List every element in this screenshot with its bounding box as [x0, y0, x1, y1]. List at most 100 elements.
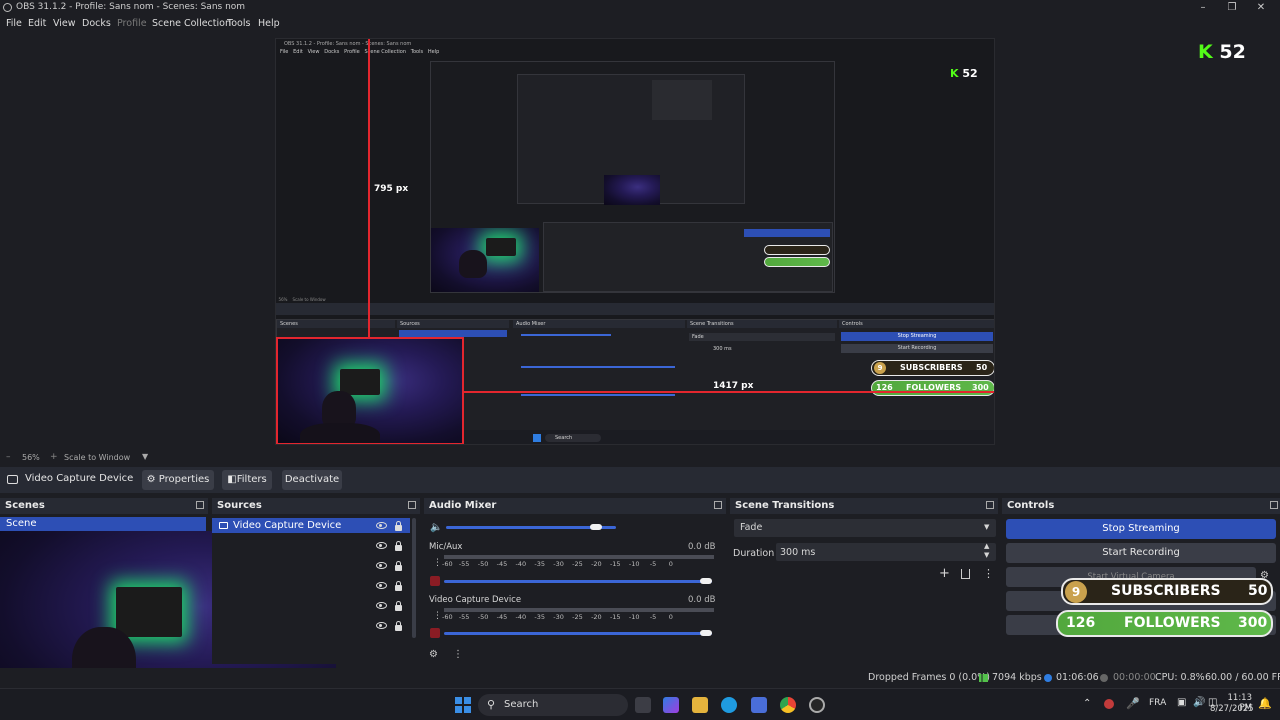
lock-icon[interactable]	[395, 561, 402, 571]
volume-icon[interactable]: 🔊	[1193, 697, 1205, 708]
video-capture-scale: -60 -55 -50 -45 -40 -35 -30 -25 -20 -15 …	[442, 613, 673, 621]
mic-mute-icon[interactable]	[430, 576, 440, 586]
nested-kick-counter: K 52	[950, 67, 978, 80]
video-capture-volume-knob[interactable]	[700, 630, 712, 636]
nested-docks	[543, 222, 833, 292]
menu-help[interactable]: Help	[258, 16, 280, 32]
lock-icon[interactable]	[395, 621, 402, 631]
dock-float-icon[interactable]	[196, 501, 204, 509]
microphone-icon[interactable]: 🎤	[1126, 697, 1140, 710]
mic-aux-volume-slider[interactable]	[444, 580, 712, 583]
task-view-icon[interactable]	[635, 697, 651, 713]
kick-counter: K 52	[1198, 41, 1246, 63]
scale-mode[interactable]: Scale to Window	[64, 453, 130, 462]
menu-scene-collection[interactable]: Scene Collection	[152, 16, 231, 32]
visibility-eye-icon[interactable]	[376, 582, 387, 589]
sources-scrollbar[interactable]	[412, 518, 416, 638]
lock-icon[interactable]	[395, 541, 402, 551]
nested-subscribers-pill: 9 SUBSCRIBERS 50	[871, 360, 994, 376]
filter-icon: ◧	[227, 474, 237, 485]
signal-icon	[979, 674, 988, 682]
streaming-status-icon	[1044, 674, 1052, 682]
stop-streaming-button[interactable]: Stop Streaming	[1006, 519, 1276, 539]
desktop-volume-knob[interactable]	[590, 524, 602, 530]
followers-count: 126	[1066, 615, 1096, 631]
lock-icon[interactable]	[395, 521, 402, 531]
video-capture-mute-icon[interactable]	[430, 628, 440, 638]
minimize-button[interactable]: –	[1196, 1, 1210, 14]
notification-bell-icon[interactable]: 🔔	[1258, 697, 1272, 710]
sources-title: Sources	[217, 500, 262, 511]
mic-aux-meter	[444, 555, 714, 559]
chevron-down-icon[interactable]: ▼	[142, 452, 148, 461]
spin-down-icon[interactable]: ▼	[984, 551, 989, 559]
clock-date[interactable]: 8/27/2025	[1210, 704, 1254, 714]
recording-status-icon	[1100, 674, 1108, 682]
duration-input[interactable]: 300 ms ▲ ▼	[776, 542, 996, 561]
menu-view[interactable]: View	[53, 16, 76, 32]
maximize-button[interactable]: ❐	[1225, 1, 1239, 14]
context-source-name: Video Capture Device	[25, 473, 134, 484]
trash-icon[interactable]	[961, 569, 970, 579]
kick-count: 52	[1219, 41, 1246, 63]
visibility-eye-icon[interactable]	[376, 522, 387, 529]
kebab-menu-icon[interactable]: ⋮	[983, 567, 994, 580]
nested-context-bar	[276, 303, 994, 315]
mixer-settings-icon[interactable]: ⚙	[429, 649, 438, 660]
menu-docks[interactable]: Docks	[82, 16, 111, 32]
dock-float-icon[interactable]	[714, 501, 722, 509]
zoom-level[interactable]: 56%	[22, 453, 40, 462]
dock-float-icon[interactable]	[986, 501, 994, 509]
mic-aux-db: 0.0 dB	[688, 542, 716, 552]
edge-icon[interactable]	[721, 697, 737, 713]
subscribers-count: 9	[1065, 581, 1087, 603]
selected-source-webcam[interactable]	[276, 337, 464, 444]
kebab-menu-icon[interactable]: ⋮	[453, 649, 463, 660]
gear-icon: ⚙	[146, 474, 156, 485]
chevron-up-icon[interactable]: ⌃	[1083, 698, 1091, 709]
menu-file[interactable]: File	[6, 16, 22, 32]
store-icon[interactable]	[751, 697, 767, 713]
scene-item[interactable]: Scene	[0, 517, 206, 531]
kebab-menu-icon[interactable]: ⋮	[433, 558, 442, 568]
spin-up-icon[interactable]: ▲	[984, 542, 989, 550]
lock-icon[interactable]	[395, 581, 402, 591]
video-capture-volume-slider[interactable]	[444, 632, 712, 635]
properties-button[interactable]: ⚙ Properties	[142, 470, 214, 490]
menu-profile[interactable]: Profile	[117, 16, 147, 32]
visibility-eye-icon[interactable]	[376, 602, 387, 609]
visibility-eye-icon[interactable]	[376, 562, 387, 569]
source-context-bar: Video Capture Device ⚙ Properties ◧Filte…	[0, 467, 1280, 493]
copilot-icon[interactable]	[663, 697, 679, 713]
network-icon[interactable]: ▣	[1177, 697, 1186, 708]
chrome-icon[interactable]	[780, 697, 796, 713]
lock-icon[interactable]	[395, 601, 402, 611]
preview-canvas[interactable]: OBS 31.1.2 - Profile: Sans nom - Scenes:…	[275, 38, 995, 445]
obs-icon[interactable]	[809, 697, 825, 713]
mic-aux-scale: -60 -55 -50 -45 -40 -35 -30 -25 -20 -15 …	[442, 560, 673, 568]
speaker-icon[interactable]: 🔈	[430, 522, 442, 533]
visibility-eye-icon[interactable]	[376, 542, 387, 549]
language-indicator[interactable]: FRA	[1149, 698, 1166, 708]
tray-app-icon[interactable]	[1104, 699, 1114, 709]
windows-start-icon[interactable]	[455, 697, 471, 713]
visibility-eye-icon[interactable]	[376, 622, 387, 629]
start-recording-button[interactable]: Start Recording	[1006, 543, 1276, 563]
close-button[interactable]: ✕	[1254, 1, 1268, 14]
dock-float-icon[interactable]	[1270, 501, 1278, 509]
add-transition-icon[interactable]: +	[939, 566, 950, 581]
mic-aux-volume-knob[interactable]	[700, 578, 712, 584]
menu-tools[interactable]: Tools	[227, 16, 250, 32]
kebab-menu-icon[interactable]: ⋮	[433, 611, 442, 621]
video-capture-audio-label: Video Capture Device	[429, 595, 522, 605]
horizontal-measure-label: 1417 px	[713, 381, 754, 391]
file-explorer-icon[interactable]	[692, 697, 708, 713]
menu-edit[interactable]: Edit	[28, 16, 46, 32]
source-item[interactable]: Video Capture Device	[212, 518, 410, 533]
taskbar-search[interactable]: ⚲ Search	[478, 694, 628, 716]
transition-select[interactable]: Fade ▼	[734, 519, 996, 537]
deactivate-button[interactable]: Deactivate	[282, 470, 342, 490]
dock-float-icon[interactable]	[408, 501, 416, 509]
filters-button[interactable]: ◧Filters	[222, 470, 272, 490]
obs-logo-icon	[3, 3, 12, 12]
